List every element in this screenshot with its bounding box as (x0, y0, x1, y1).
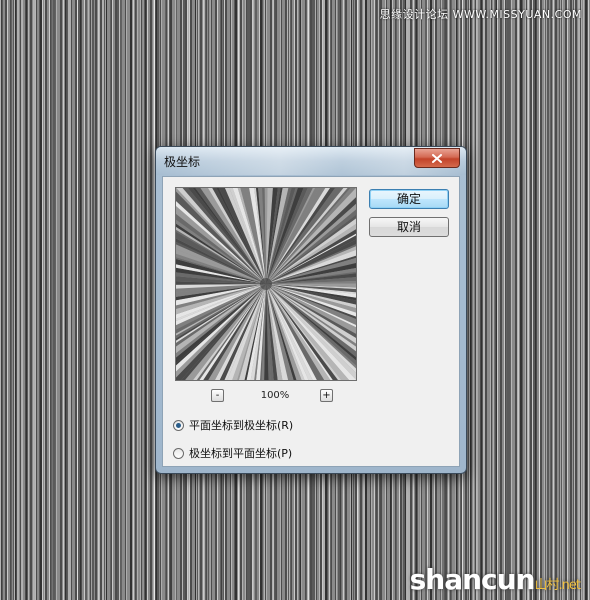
zoom-in-button[interactable]: + (320, 389, 333, 402)
watermark-suffix: 山村.net (534, 578, 581, 593)
radio-rect-to-polar[interactable] (173, 419, 184, 431)
zoom-out-button[interactable]: - (211, 389, 224, 402)
dialog-title: 极坐标 (164, 155, 201, 169)
polar-preview-image (176, 188, 356, 380)
filter-preview[interactable] (175, 187, 357, 381)
watermark-main: shancun (409, 563, 536, 596)
close-button[interactable] (414, 148, 460, 168)
polar-coordinates-dialog: 极坐标 - 100% + 确定 取消 平面坐标到极坐标(R) 极坐标到平面坐标(… (155, 146, 467, 474)
radio-polar-to-rect[interactable] (173, 447, 184, 459)
option-polar-to-rect[interactable]: 极坐标到平面坐标(P) (173, 445, 292, 461)
dialog-titlebar[interactable]: 极坐标 (156, 147, 466, 175)
zoom-controls: - 100% + (175, 389, 357, 405)
zoom-level: 100% (260, 390, 290, 401)
option-polar-to-rect-label: 极坐标到平面坐标(P) (189, 447, 293, 460)
watermark-bottom: shancun山村.net (409, 563, 581, 596)
close-icon (432, 153, 442, 163)
dialog-body: - 100% + 确定 取消 平面坐标到极坐标(R) 极坐标到平面坐标(P) (162, 176, 460, 467)
cancel-button[interactable]: 取消 (369, 217, 449, 237)
option-rect-to-polar[interactable]: 平面坐标到极坐标(R) (173, 417, 293, 433)
watermark-top: 思缘设计论坛 WWW.MISSYUAN.COM (379, 8, 582, 21)
option-rect-to-polar-label: 平面坐标到极坐标(R) (189, 419, 294, 432)
ok-button[interactable]: 确定 (369, 189, 449, 209)
